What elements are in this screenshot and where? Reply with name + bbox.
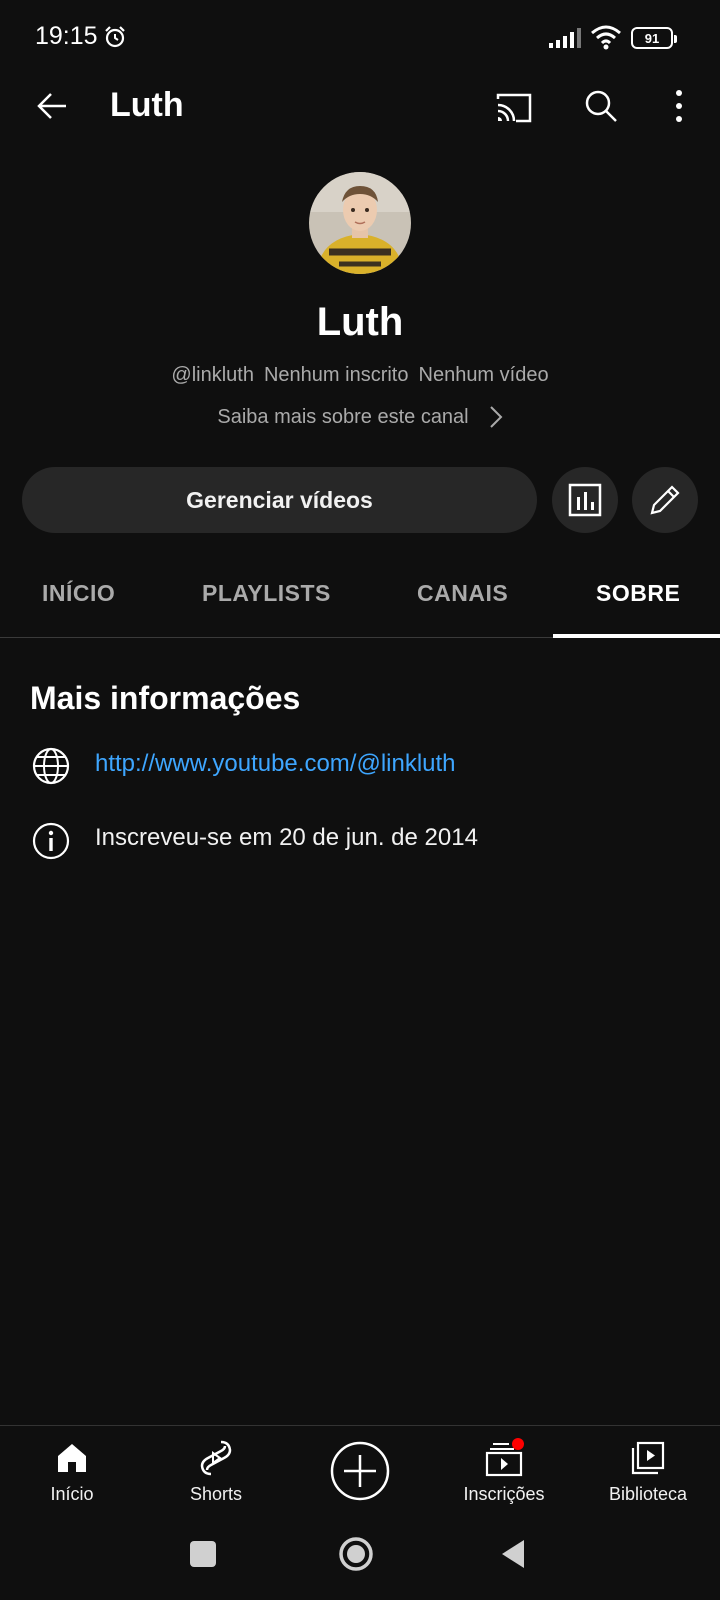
create-icon xyxy=(330,1441,390,1501)
joined-date: Inscreveu-se em 20 de jun. de 2014 xyxy=(95,824,478,851)
nav-subscriptions[interactable]: Inscrições xyxy=(432,1426,576,1521)
nav-library[interactable]: Biblioteca xyxy=(576,1426,720,1521)
chevron-right-icon xyxy=(489,406,503,428)
nav-library-label: Biblioteca xyxy=(608,1484,688,1504)
library-icon xyxy=(631,1441,665,1475)
nav-subscriptions-label: Inscrições xyxy=(463,1484,545,1504)
channel-name: Luth xyxy=(316,300,404,344)
system-back-button[interactable] xyxy=(500,1538,526,1570)
alarm-icon xyxy=(105,26,125,48)
channel-link[interactable]: http://www.youtube.com/@linkluth xyxy=(95,750,456,778)
more-vertical-icon xyxy=(676,90,682,122)
system-home-button[interactable] xyxy=(338,1536,374,1572)
battery-indicator: 91 xyxy=(631,27,677,49)
signal-icon xyxy=(549,28,581,48)
tab-sobre[interactable]: SOBRE xyxy=(596,580,680,607)
tab-inicio[interactable]: INÍCIO xyxy=(42,580,115,607)
home-icon xyxy=(58,1444,86,1472)
nav-home-label: Início xyxy=(50,1484,94,1504)
avatar-image xyxy=(309,172,411,274)
nav-home[interactable]: Início xyxy=(0,1426,144,1521)
info-icon xyxy=(32,822,70,860)
page-title: Luth xyxy=(110,86,184,124)
more-about-label: Saiba mais sobre este canal xyxy=(217,405,469,428)
bottom-navigation: Início Shorts Inscrições Biblioteca xyxy=(0,1425,720,1521)
search-icon xyxy=(585,90,617,122)
nav-create[interactable] xyxy=(288,1426,432,1521)
arrow-left-icon xyxy=(37,93,66,119)
channel-avatar[interactable] xyxy=(309,172,411,274)
battery-level: 91 xyxy=(644,30,660,46)
section-title: Mais informações xyxy=(30,680,301,716)
tab-canais[interactable]: CANAIS xyxy=(417,580,508,607)
active-tab-indicator xyxy=(553,634,720,638)
more-about-link[interactable]: Saiba mais sobre este canal xyxy=(0,405,720,429)
analytics-button[interactable] xyxy=(552,467,618,533)
subscriptions-icon xyxy=(485,1438,524,1477)
subscriber-count: Nenhum inscrito xyxy=(263,364,409,386)
wifi-icon xyxy=(591,25,621,50)
channel-handle: @linkluth xyxy=(171,364,254,386)
globe-icon xyxy=(32,747,70,785)
tab-playlists[interactable]: PLAYLISTS xyxy=(202,580,331,607)
cast-icon xyxy=(496,93,532,123)
cast-button[interactable] xyxy=(490,84,538,132)
more-options-button[interactable] xyxy=(655,82,703,130)
pencil-icon xyxy=(650,485,680,515)
analytics-icon xyxy=(568,483,602,517)
edit-button[interactable] xyxy=(632,467,698,533)
status-time: 19:15 xyxy=(35,22,98,50)
system-recents-button[interactable] xyxy=(190,1541,216,1567)
video-count: Nenhum vídeo xyxy=(418,364,549,386)
nav-shorts-label: Shorts xyxy=(189,1484,243,1504)
channel-meta: @linkluth Nenhum inscrito Nenhum vídeo xyxy=(0,364,720,387)
back-button[interactable] xyxy=(28,82,76,130)
shorts-icon xyxy=(200,1440,232,1476)
search-button[interactable] xyxy=(577,82,625,130)
manage-videos-button[interactable]: Gerenciar vídeos xyxy=(22,467,537,533)
nav-shorts[interactable]: Shorts xyxy=(144,1426,288,1521)
